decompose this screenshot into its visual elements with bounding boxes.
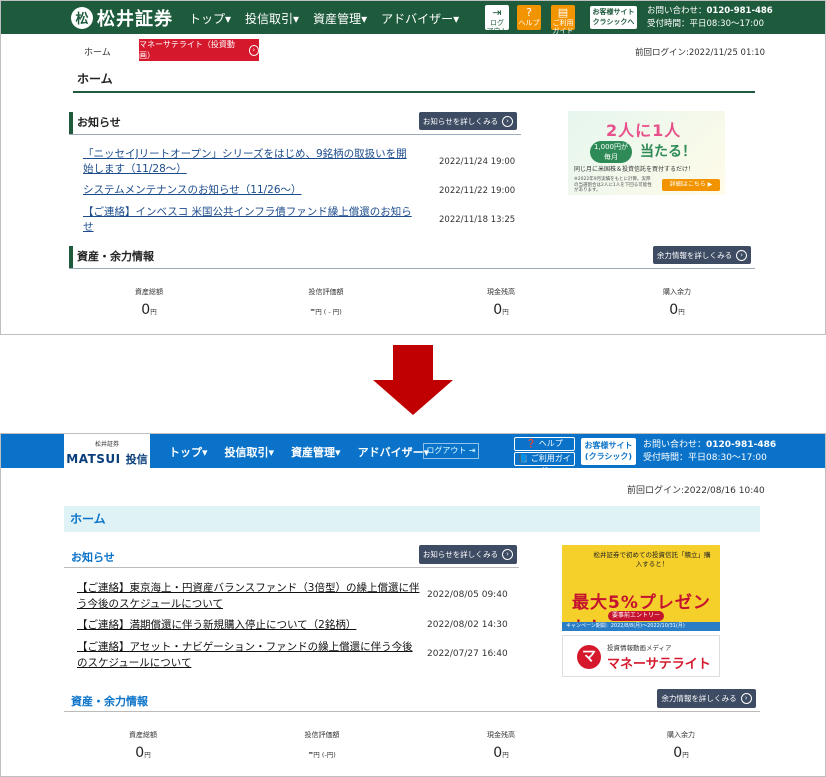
assets-more-button[interactable]: 余力情報を詳しくみる › xyxy=(653,246,751,264)
news-more-button[interactable]: お知らせを詳しくみる › xyxy=(419,112,517,130)
news-item-link[interactable]: 【ご連絡】満期償還に伴う新規購入停止について（2銘柄） xyxy=(77,617,422,633)
news-more-button[interactable]: お知らせを詳しくみる › xyxy=(419,545,517,564)
new-logo[interactable]: 松井証券 MATSUI 投信 xyxy=(64,434,150,468)
divider xyxy=(69,134,521,135)
news-item-date: 2022/07/27 16:40 xyxy=(427,649,508,659)
chevron-right-icon: › xyxy=(502,115,514,127)
last-login: 前回ログイン:2022/11/25 01:10 xyxy=(635,48,766,58)
nav-fund-trade[interactable]: 投信取引▾ xyxy=(245,10,299,27)
nav-fund-trade[interactable]: 投信取引▾ xyxy=(225,444,275,460)
banner-name: マネーサテライト xyxy=(607,657,711,672)
banner-big-text: 当たる！ xyxy=(640,144,696,160)
classic-site-button[interactable]: お客様サイト クラシックへ xyxy=(590,6,637,29)
stat-cash-balance: 現金残高 0円 xyxy=(487,731,515,761)
old-header: 松 松井証券 トップ▾ 投信取引▾ 資産管理▾ アドバイザー▾ ⇥ ログ アウト… xyxy=(1,1,825,35)
help-button[interactable]: ❓ ヘルプ xyxy=(514,437,575,451)
classic-site-button[interactable]: お客様サイト (クラシック) xyxy=(581,438,636,465)
banner-subtext: 同じ月に米国株＆投資信託を買付するだけ！ xyxy=(574,166,695,173)
stat-total-assets: 資産総額 0円 xyxy=(135,288,163,318)
banner-cta: 詳細はこちら ▶ xyxy=(662,179,720,191)
divider xyxy=(64,567,519,568)
logo-text: 松井証券 xyxy=(97,8,173,30)
new-header: 松井証券 MATSUI 投信 トップ▾ 投信取引▾ 資産管理▾ アドバイザー▾ … xyxy=(1,434,825,475)
assets-more-button[interactable]: 余力情報を詳しくみる › xyxy=(657,689,756,708)
news-item-link[interactable]: 「ニッセイJリートオープン」シリーズをはじめ、9銘柄の取扱いを開始します（11/… xyxy=(83,147,413,177)
nav-top[interactable]: トップ▾ xyxy=(169,444,208,460)
news-item-link[interactable]: 【ご連絡】東京海上・円資産バランスファンド（3倍型）の繰上償還に伴う今後のスケジ… xyxy=(77,580,422,612)
news-item-date: 2022/08/05 09:40 xyxy=(427,590,508,600)
help-button[interactable]: ? ヘルプ xyxy=(517,5,541,30)
divider xyxy=(69,268,755,269)
nav-top[interactable]: トップ▾ xyxy=(189,10,231,27)
assets-heading: 資産・余力情報 xyxy=(69,246,154,268)
chevron-right-icon: › xyxy=(502,549,514,560)
book-icon: ▤ xyxy=(557,6,569,19)
new-main-nav: トップ▾ 投信取引▾ 資産管理▾ アドバイザー▾ xyxy=(169,444,429,460)
chevron-right-icon: › xyxy=(736,249,748,261)
news-item-date: 2022/11/18 13:25 xyxy=(439,215,516,225)
news-heading: お知らせ xyxy=(69,112,121,134)
logout-icon: ⇥ xyxy=(492,6,502,19)
banner-caption: 投資情報動画メディア xyxy=(607,644,672,652)
guide-button[interactable]: 📘 ご利用ガイド xyxy=(514,452,575,475)
old-screen: 松 松井証券 トップ▾ 投信取引▾ 資産管理▾ アドバイザー▾ ⇥ ログ アウト… xyxy=(0,0,826,335)
nav-advisor[interactable]: アドバイザー▾ xyxy=(358,444,430,460)
breadcrumb[interactable]: ホーム xyxy=(84,45,111,58)
news-heading: お知らせ xyxy=(71,551,115,564)
money-satellite-logo-icon: マ xyxy=(577,645,601,669)
business-hours: 受付時間：平日08:30～17:00 xyxy=(643,453,767,463)
campaign-banner[interactable]: 2人に1人 1,000円が 毎月 当たる！ 同じ月に米国株＆投資信託を買付するだ… xyxy=(568,111,725,195)
nav-asset-management[interactable]: 資産管理▾ xyxy=(291,444,341,460)
stat-fund-valuation: 投信評価額 -円 (-円) xyxy=(304,731,340,761)
stat-buying-power: 購入余力 0円 xyxy=(663,288,691,318)
new-screen: 松井証券 MATSUI 投信 トップ▾ 投信取引▾ 資産管理▾ アドバイザー▾ … xyxy=(0,433,826,777)
news-item-date: 2022/11/22 19:00 xyxy=(439,186,516,196)
page-title: ホーム xyxy=(73,69,755,93)
old-logo[interactable]: 松 松井証券 xyxy=(71,5,173,30)
banner-note: ※2022年9月実績をもとに計算。実際の当選割合は2人に1人を下回る可能性があり… xyxy=(574,177,652,193)
logout-button[interactable]: ログアウト ⇥ xyxy=(423,443,479,459)
phone-number: 0120-981-486 xyxy=(706,440,777,450)
news-item-link[interactable]: システムメンテナンスのお知らせ（11/26～） xyxy=(83,183,413,198)
money-satellite-button[interactable]: マネーサテライト（投資動画） › xyxy=(139,39,259,61)
down-arrow-head-icon xyxy=(373,380,453,415)
news-item-date: 2022/08/02 14:30 xyxy=(427,620,508,630)
divider xyxy=(64,711,760,712)
banner-headline: 2人に1人 xyxy=(606,121,682,140)
banner-top-text: 松井証券で初めての投資信託「積立」購入すると！ xyxy=(593,551,711,568)
stat-total-assets: 資産総額 0円 xyxy=(129,731,157,761)
phone-number: 0120-981-486 xyxy=(706,6,773,16)
banner-badge: 要事前エントリー xyxy=(608,611,664,621)
news-item-link[interactable]: 【ご連絡】インベスコ 米国公共インフラ債ファンド繰上償還のお知らせ xyxy=(83,205,413,235)
chevron-right-icon: › xyxy=(740,693,752,704)
nav-asset-management[interactable]: 資産管理▾ xyxy=(313,10,367,27)
contact-info: お問い合わせ：0120-981-486 受付時間：平日08:30～17:00 xyxy=(643,440,777,463)
money-satellite-banner[interactable]: マ 投資情報動画メディア マネーサテライト xyxy=(562,635,720,677)
stat-fund-valuation: 投信評価額 -円 ( - 円) xyxy=(308,288,344,318)
page-title: ホーム xyxy=(64,506,760,532)
news-item-link[interactable]: 【ご連絡】アセット・ナビゲーション・ファンドの繰上償還に伴う今後のスケジュールに… xyxy=(77,639,422,671)
banner-pill: 1,000円が 毎月 xyxy=(590,141,632,163)
banner-period: キャンペーン期間：2022/8/8(月)～2022/10/31(月) xyxy=(562,622,720,631)
logo-mark-icon: 松 xyxy=(71,6,93,29)
guide-button[interactable]: ▤ ご利用 ガイド xyxy=(551,5,575,35)
business-hours: 受付時間：平日08:30～17:00 xyxy=(647,19,764,29)
campaign-banner[interactable]: 松井証券で初めての投資信託「積立」購入すると！ 最大5%プレゼント！ 要事前エン… xyxy=(562,545,720,631)
help-icon: ? xyxy=(526,6,532,19)
down-arrow-icon xyxy=(393,345,433,380)
stat-cash-balance: 現金残高 0円 xyxy=(487,288,515,318)
contact-info: お問い合わせ：0120-981-486 受付時間：平日08:30～17:00 xyxy=(647,6,773,29)
logout-button[interactable]: ⇥ ログ アウト xyxy=(485,5,509,35)
chevron-right-icon: › xyxy=(248,44,259,56)
news-item-date: 2022/11/24 19:00 xyxy=(439,157,516,167)
nav-advisor[interactable]: アドバイザー▾ xyxy=(381,10,459,27)
stat-buying-power: 購入余力 0円 xyxy=(667,731,695,761)
assets-heading: 資産・余力情報 xyxy=(71,695,148,708)
old-main-nav: トップ▾ 投信取引▾ 資産管理▾ アドバイザー▾ xyxy=(189,10,459,27)
last-login: 前回ログイン:2022/08/16 10:40 xyxy=(627,486,765,496)
